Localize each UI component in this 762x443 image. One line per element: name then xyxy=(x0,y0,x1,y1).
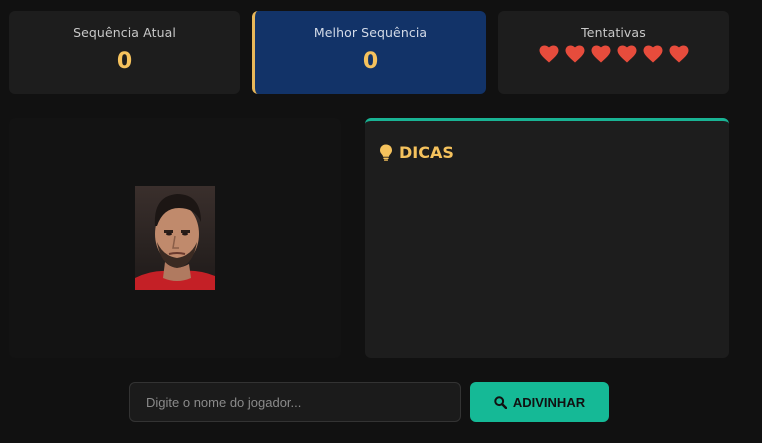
player-photo xyxy=(135,186,215,290)
guess-button[interactable]: ADIVINHAR xyxy=(470,382,609,422)
guess-button-label: ADIVINHAR xyxy=(512,394,586,410)
current-streak-label: Sequência Atual xyxy=(73,25,176,40)
current-streak-value: 0 xyxy=(116,49,133,74)
current-streak-card: Sequência Atual 0 xyxy=(9,11,240,94)
heart-icon xyxy=(565,45,584,63)
search-icon xyxy=(494,395,507,409)
heart-icon xyxy=(617,45,636,63)
player-name-input[interactable] xyxy=(129,382,461,422)
stats-bar: Sequência Atual 0 Melhor Sequência 0 Ten… xyxy=(9,11,729,94)
player-photo-panel xyxy=(9,118,341,358)
lightbulb-icon xyxy=(380,144,392,161)
hints-panel: DICAS xyxy=(365,118,729,358)
attempts-hearts xyxy=(498,45,729,63)
hints-header: DICAS xyxy=(379,143,454,162)
hints-title: DICAS xyxy=(399,143,454,162)
attempts-label: Tentativas xyxy=(581,25,646,40)
best-streak-value: 0 xyxy=(362,49,379,74)
attempts-card: Tentativas xyxy=(498,11,729,94)
heart-icon xyxy=(643,45,662,63)
heart-icon xyxy=(539,45,558,63)
heart-icon xyxy=(669,45,688,63)
best-streak-label: Melhor Sequência xyxy=(313,25,428,40)
heart-icon xyxy=(591,45,610,63)
best-streak-card: Melhor Sequência 0 xyxy=(252,11,486,94)
